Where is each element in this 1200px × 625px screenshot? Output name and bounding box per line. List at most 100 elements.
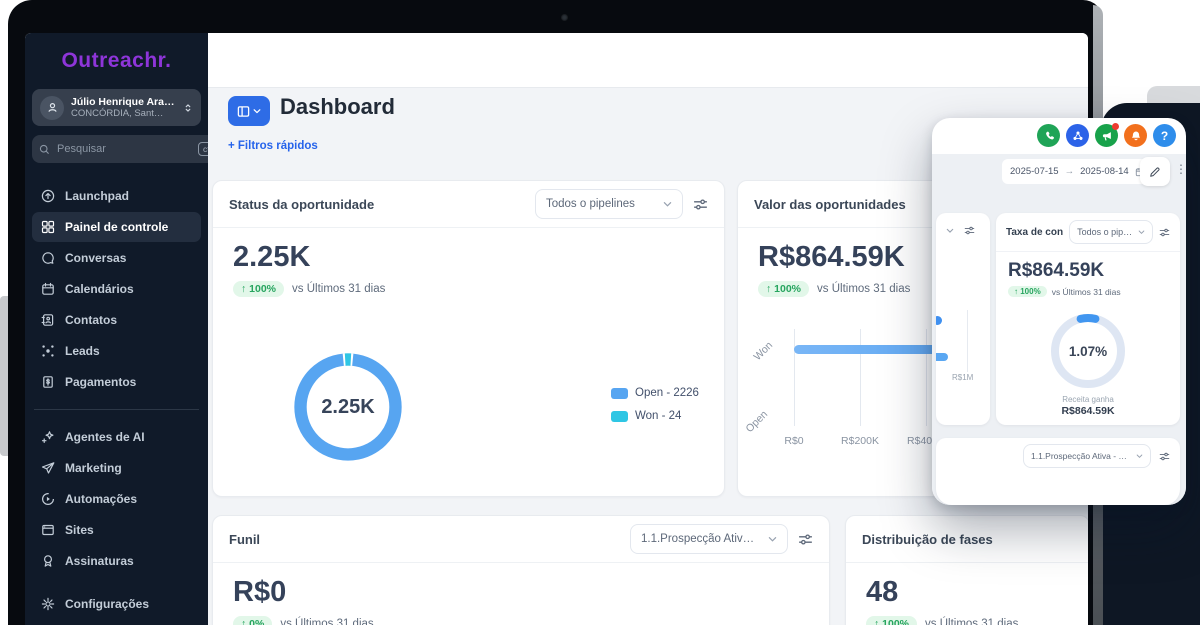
help-icon[interactable]: ? (1153, 124, 1176, 147)
panel-body: 2025-07-15 → 2025-08-14 ⋮ R$1M Taxa de c… (932, 154, 1186, 505)
sidebar-item-label: Conversas (65, 251, 127, 265)
filter-sliders-icon[interactable] (964, 225, 975, 236)
x-tick: R$0 (784, 435, 804, 447)
sidebar-item-label: Configurações (65, 597, 150, 611)
category-label: Won (751, 339, 776, 363)
delta-caption: vs Últimos 31 dias (292, 282, 386, 295)
search-field[interactable] (55, 142, 193, 156)
filter-sliders-icon[interactable] (1159, 451, 1170, 462)
sidebar-item-leads[interactable]: Leads (32, 336, 201, 366)
pencil-icon (1150, 166, 1160, 177)
paper-plane-icon (41, 461, 55, 475)
filter-sliders-icon[interactable] (693, 197, 708, 212)
sidebar-item-label: Leads (65, 344, 100, 358)
chevron-down-icon (1138, 229, 1145, 235)
card-title: Taxa de con (1006, 226, 1064, 238)
filter-sliders-icon[interactable] (798, 532, 813, 547)
sidebar-item-agentes-de-ai[interactable]: Agentes de AI (32, 422, 201, 452)
dropdown-value: Todos o pipelines (1077, 227, 1133, 237)
sidebar-item-launchpad[interactable]: Launchpad (32, 181, 201, 211)
quick-filters-link[interactable]: + Filtros rápidos (228, 140, 318, 152)
pipeline-dropdown[interactable]: 1.1.Prospecção Ativa - F… (1023, 444, 1151, 468)
gridline (926, 329, 927, 426)
chart-legend: Open - 2226 Won - 24 (611, 387, 699, 422)
delta-badge: ↑ 0% (233, 615, 273, 625)
card-title: Funil (229, 531, 261, 547)
chevron-down-icon (663, 200, 672, 208)
sidebar-item-calendarios[interactable]: Calendários (32, 274, 201, 304)
date-end: 2025-08-14 (1080, 166, 1129, 177)
sidebar-item-label: Assinaturas (65, 554, 134, 568)
brand-logo: Outreachr. (61, 49, 172, 72)
filter-sliders-icon[interactable] (1159, 227, 1170, 238)
delta-caption: vs Últimos 31 dias (280, 617, 374, 625)
gridline (860, 329, 861, 426)
kebab-menu-icon[interactable]: ⋮ (1175, 163, 1186, 175)
legend-item-won[interactable]: Won - 24 (611, 410, 699, 422)
x-tick: R$200K (841, 435, 879, 447)
chevron-up-down-icon (183, 102, 193, 114)
sidebar-item-assinaturas[interactable]: Assinaturas (32, 546, 201, 576)
sidebar-item-sites[interactable]: Sites (32, 515, 201, 545)
sidebar-item-contatos[interactable]: Contatos (32, 305, 201, 335)
webcam-dot (561, 14, 568, 21)
partial-chart-card: R$1M (936, 213, 990, 425)
card-title: Status da oportunidade (229, 196, 375, 212)
date-range-picker[interactable]: 2025-07-15 → 2025-08-14 (1002, 159, 1153, 184)
leads-icon (41, 344, 55, 358)
metric-value: 48 (866, 576, 899, 608)
sidebar-item-label: Automações (65, 492, 138, 506)
dropdown-value: Todos o pipelines (546, 198, 635, 210)
footer-label: Receita ganha (1062, 395, 1114, 404)
dashboard-grid-icon (41, 220, 55, 234)
person-icon (47, 102, 57, 112)
sidebar-item-painel-de-controle[interactable]: Painel de controle (32, 212, 201, 242)
sidebar-item-label: Marketing (65, 461, 122, 475)
card-bottom-pipeline: 1.1.Prospecção Ativa - F… (936, 438, 1180, 505)
delta-caption: vs Últimos 31 dias (817, 282, 911, 295)
sidebar: Outreachr. Júlio Henrique Ara… CONCÓRDIA… (25, 33, 254, 625)
conversion-gauge-chart: 1.07% (1046, 309, 1130, 393)
chevron-down-icon (253, 109, 261, 114)
arrow-right-icon: → (1064, 166, 1075, 177)
sidebar-item-pagamentos[interactable]: Pagamentos (32, 367, 201, 397)
axis-label: R$1M (952, 373, 974, 382)
search-input[interactable]: ctrl K (32, 135, 235, 163)
bell-icon[interactable] (1124, 124, 1147, 147)
sidebar-item-marketing[interactable]: Marketing (32, 453, 201, 483)
phone-icon[interactable] (1037, 124, 1060, 147)
opportunity-donut-chart: 2.25K (291, 350, 405, 464)
gridline (794, 329, 795, 426)
automation-icon (41, 492, 55, 506)
sidebar-item-label: Painel de controle (65, 220, 169, 234)
megaphone-icon[interactable] (1095, 123, 1119, 147)
pipeline-dropdown[interactable]: Todos o pipelines (535, 189, 683, 219)
pipeline-dropdown[interactable]: 1.1.Prospecção Ativa - F… (630, 524, 788, 554)
delta-caption: vs Últimos 31 dias (1051, 286, 1121, 297)
card-status-oportunidade: Status da oportunidade Todos o pipelines… (212, 180, 725, 497)
sidebar-item-label: Launchpad (65, 189, 130, 203)
metric-value: R$864.59K (1008, 260, 1105, 281)
contacts-icon (41, 313, 55, 327)
dropdown-value: 1.1.Prospecção Ativa - F… (1031, 451, 1131, 461)
payments-icon (41, 375, 55, 389)
date-start: 2025-07-15 (1010, 166, 1059, 177)
sidebar-item-label: Sites (65, 523, 94, 537)
app-topbar (208, 33, 1088, 88)
donut-center-label: 2.25K (321, 395, 375, 418)
gridline (967, 310, 968, 372)
legend-swatch (611, 410, 628, 422)
legend-label: Open - 2226 (635, 387, 699, 399)
dashboard-layout-button[interactable] (228, 96, 270, 126)
integrations-icon[interactable] (1066, 124, 1089, 147)
sidebar-item-conversas[interactable]: Conversas (32, 243, 201, 273)
sidebar-item-automacoes[interactable]: Automações (32, 484, 201, 514)
profile-name: Júlio Henrique Ara… (71, 96, 175, 108)
legend-swatch (611, 387, 628, 399)
pipeline-dropdown[interactable]: Todos o pipelines (1069, 220, 1153, 244)
sidebar-item-configuracoes[interactable]: Configurações (32, 589, 201, 619)
legend-item-open[interactable]: Open - 2226 (611, 387, 699, 399)
profile-switcher[interactable]: Júlio Henrique Ara… CONCÓRDIA, Sant… (32, 89, 201, 126)
calendar-icon (41, 282, 55, 296)
edit-button[interactable] (1140, 157, 1170, 186)
